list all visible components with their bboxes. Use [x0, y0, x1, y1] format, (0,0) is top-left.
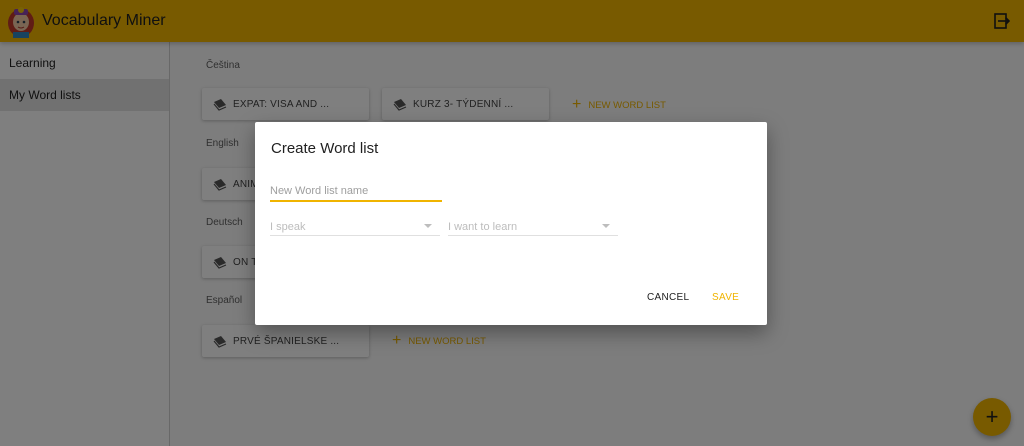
save-button[interactable]: SAVE: [712, 292, 739, 303]
learn-select-placeholder: I want to learn: [448, 220, 518, 233]
cancel-button[interactable]: CANCEL: [647, 292, 689, 303]
speak-language-select[interactable]: I speak: [270, 218, 440, 236]
word-list-name-input[interactable]: [270, 182, 442, 202]
chevron-down-icon: [424, 224, 432, 228]
create-word-list-dialog: Create Word list I speak I want to learn…: [255, 122, 767, 325]
speak-select-placeholder: I speak: [270, 220, 306, 233]
dialog-title: Create Word list: [271, 140, 379, 157]
learn-language-select[interactable]: I want to learn: [448, 218, 618, 236]
chevron-down-icon: [602, 224, 610, 228]
